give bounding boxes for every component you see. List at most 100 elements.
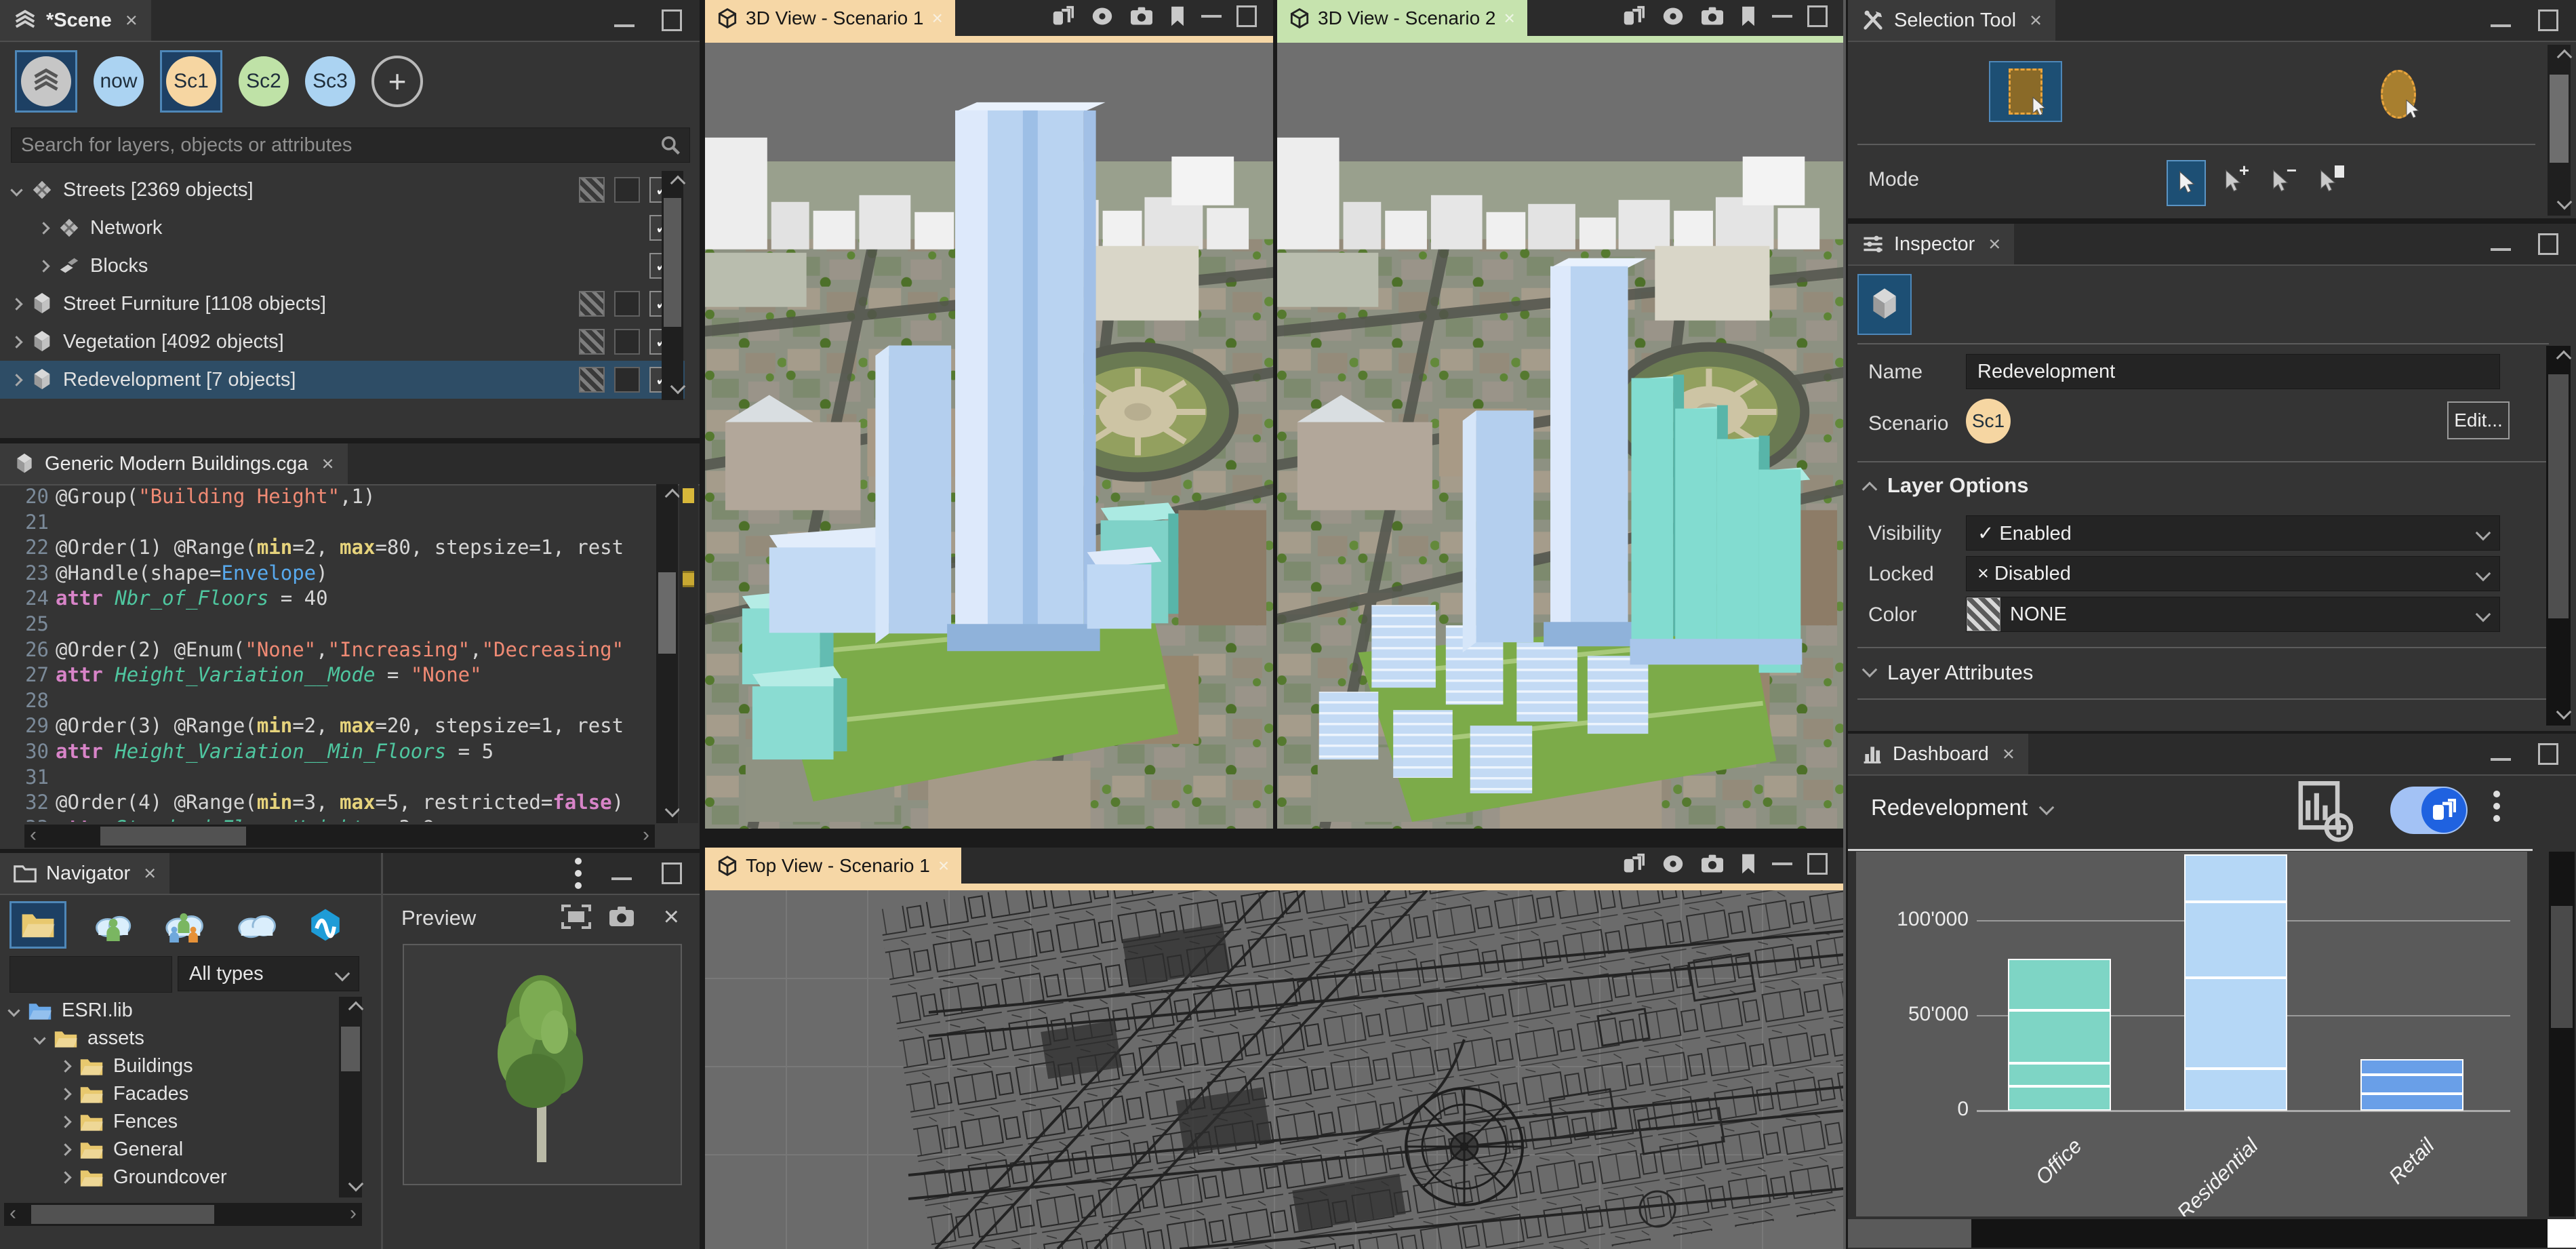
scenario-chip-box[interactable]: Sc1 (160, 50, 222, 113)
minimize-button[interactable] (2491, 24, 2511, 27)
code-line[interactable]: 25 (0, 612, 655, 637)
code-line[interactable]: 31 (0, 765, 655, 791)
chevron-down-icon[interactable] (7, 1004, 20, 1017)
code-line[interactable]: 32 @Order(4) @Range(min=3, max=5, restric… (0, 790, 655, 816)
close-icon[interactable]: × (2030, 8, 2042, 33)
navigator-tree-item[interactable]: assets (0, 1025, 336, 1052)
chevron-right-icon[interactable] (59, 1171, 72, 1184)
layer-attributes-header[interactable]: Layer Attributes (1861, 660, 2033, 685)
tab-navigator[interactable]: Navigator × (0, 853, 170, 894)
isolate-toggle[interactable] (614, 329, 640, 355)
maximize-button[interactable] (2538, 743, 2558, 765)
chevron-right-icon[interactable] (59, 1115, 72, 1128)
name-input[interactable]: Redevelopment (1966, 354, 2500, 389)
scroll-right-icon[interactable]: › (643, 823, 649, 846)
add-scenario-button[interactable]: + (371, 56, 423, 107)
bar-segment[interactable] (2009, 1087, 2110, 1109)
scroll-right-icon[interactable]: › (350, 1202, 357, 1225)
tab-inspector[interactable]: Inspector × (1848, 224, 2015, 264)
chevron-right-icon[interactable] (10, 335, 23, 349)
scenario-chip-Sc3[interactable]: Sc3 (305, 56, 355, 106)
layer-options-header[interactable]: Layer Options (1861, 473, 2028, 498)
scroll-up-icon[interactable] (348, 1001, 364, 1017)
snapshot-camera-icon[interactable] (1700, 5, 1725, 27)
bar-residential[interactable] (2184, 854, 2287, 1111)
close-icon[interactable]: × (2003, 742, 2015, 766)
bookmark-icon[interactable] (1739, 853, 1757, 875)
scenario-compare-toggle[interactable] (2390, 787, 2468, 834)
bar-segment[interactable] (2009, 960, 2110, 1009)
inspector-scrollbar[interactable] (2546, 346, 2572, 726)
snapshot-camera-icon[interactable] (1700, 853, 1725, 875)
layer-row[interactable]: Vegetation [4092 objects] ✓ (0, 323, 685, 361)
close-icon[interactable]: × (932, 7, 943, 29)
close-icon[interactable]: × (1988, 232, 2000, 256)
snapshot-camera-icon[interactable] (1129, 5, 1154, 27)
close-icon[interactable]: × (125, 8, 138, 33)
color-override-toggle[interactable] (579, 291, 605, 317)
bar-segment[interactable] (2186, 979, 2286, 1068)
bar-segment[interactable] (2186, 903, 2286, 976)
scene2-3d-render[interactable] (1277, 43, 1844, 829)
public-content-button[interactable] (233, 906, 281, 944)
code-line[interactable]: 27 attr Height_Variation__Mode = "None" (0, 662, 655, 688)
isolate-toggle[interactable] (614, 367, 640, 393)
rectangle-select-button[interactable] (1989, 61, 2062, 122)
bookmark-icon[interactable] (1739, 5, 1757, 27)
navigator-search[interactable] (9, 956, 293, 993)
code-line[interactable]: 21 (0, 510, 655, 536)
isolate-toggle[interactable] (614, 177, 640, 203)
bar-segment[interactable] (2362, 1060, 2462, 1073)
scroll-up-icon[interactable] (670, 175, 686, 191)
tab-3d-view-scenario2[interactable]: 3D View - Scenario 2 × (1277, 0, 1527, 36)
code-line[interactable]: 30 attr Height_Variation__Min_Floors = 5 (0, 739, 655, 765)
arcgis-online-button[interactable] (305, 905, 346, 945)
maximize-button[interactable] (1236, 5, 1257, 27)
minimize-button[interactable] (1772, 863, 1792, 865)
maximize-button[interactable] (2538, 233, 2558, 255)
close-icon[interactable]: × (1504, 7, 1515, 29)
workspace-files-button[interactable] (9, 901, 66, 949)
close-icon[interactable]: × (938, 855, 949, 877)
code-line[interactable]: 23 @Handle(shape=Envelope) (0, 561, 655, 587)
navigator-vscrollbar[interactable] (339, 997, 364, 1197)
my-content-button[interactable] (91, 905, 136, 945)
tab-dashboard[interactable]: Dashboard × (1848, 734, 2028, 774)
layer-row[interactable]: Redevelopment [7 objects] ✓ (0, 361, 685, 399)
color-override-toggle[interactable] (579, 329, 605, 355)
color-dropdown[interactable]: NONE (1966, 597, 2500, 632)
minimize-button[interactable] (2491, 248, 2511, 251)
scenario-chip-Sc1[interactable]: Sc1 (166, 56, 216, 106)
isolate-views-icon[interactable] (1622, 853, 1646, 875)
layer-row[interactable]: Blocks ✓ (0, 247, 685, 285)
navigator-hscrollbar[interactable]: ‹ › (4, 1202, 362, 1226)
navigator-tree-item[interactable]: Facades (0, 1080, 336, 1108)
dashboard-vscrollbar[interactable] (2549, 852, 2575, 1216)
scene-search-input[interactable] (12, 134, 660, 157)
dashboard-menu-dots[interactable] (2493, 791, 2500, 822)
chevron-right-icon[interactable] (10, 373, 23, 386)
scene-search[interactable] (11, 127, 690, 163)
selected-object-type-button[interactable] (1857, 274, 1912, 335)
type-filter-dropdown[interactable]: All types (178, 956, 359, 991)
visibility-eye-icon[interactable] (1090, 5, 1114, 27)
selection-tool-scrollbar[interactable] (2548, 45, 2573, 216)
bar-segment[interactable] (2186, 856, 2286, 900)
scroll-down-icon[interactable] (670, 378, 686, 395)
color-override-toggle[interactable] (579, 367, 605, 393)
scroll-down-icon[interactable] (2556, 704, 2572, 720)
code-line[interactable]: 29 @Order(3) @Range(min=2, max=20, stepsi… (0, 713, 655, 739)
close-icon[interactable]: × (144, 861, 156, 886)
edit-scenario-button[interactable]: Edit... (2447, 401, 2510, 439)
scroll-up-icon[interactable] (664, 488, 681, 504)
scroll-down-icon[interactable] (348, 1176, 364, 1192)
chevron-right-icon[interactable] (59, 1143, 72, 1156)
chevron-right-icon[interactable] (37, 259, 50, 273)
bar-retail[interactable] (2360, 1059, 2463, 1111)
chevron-right-icon[interactable] (10, 297, 23, 311)
chevron-right-icon[interactable] (59, 1088, 72, 1101)
isolate-views-icon[interactable] (1622, 5, 1646, 27)
isolate-toggle[interactable] (614, 291, 640, 317)
mode-toggle-button[interactable] (2309, 160, 2346, 203)
bar-segment[interactable] (2186, 1070, 2286, 1109)
